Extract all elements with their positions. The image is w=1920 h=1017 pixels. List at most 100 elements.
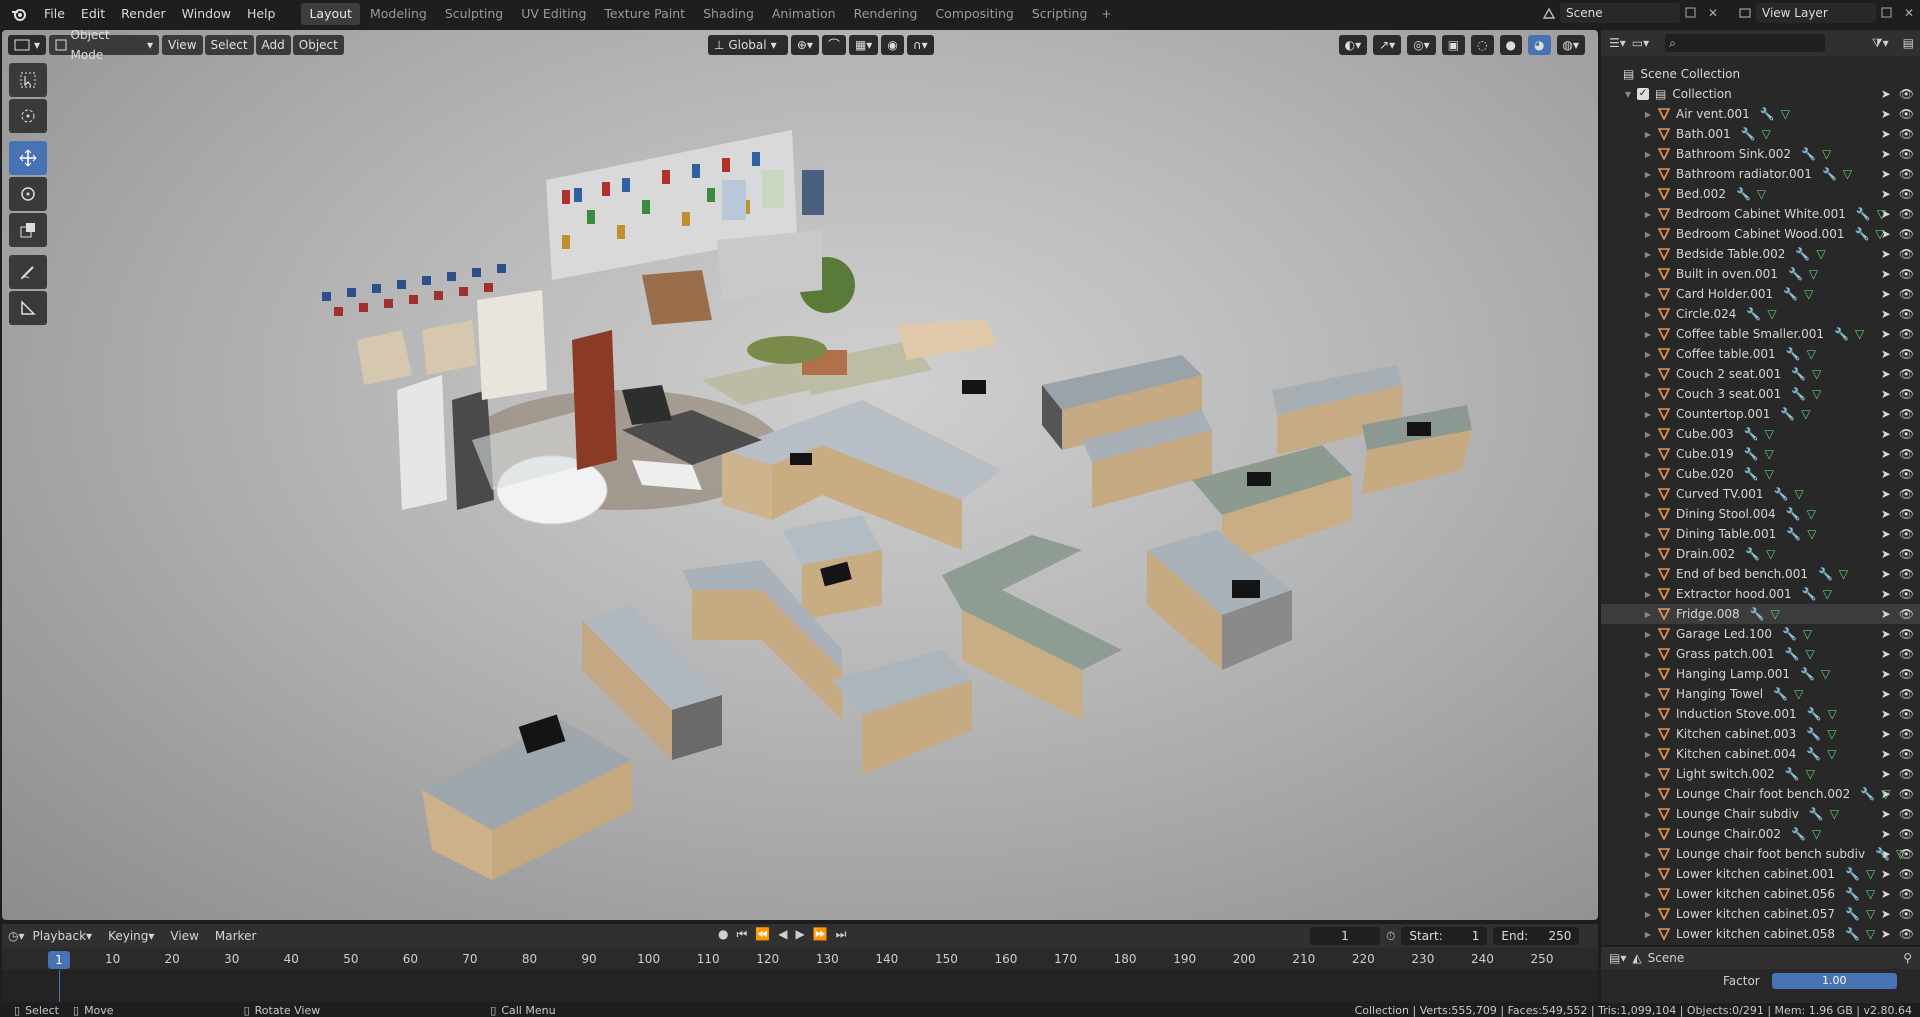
play-reverse-icon[interactable]: ◀ bbox=[778, 927, 787, 942]
eye-icon[interactable]: 👁 bbox=[1899, 667, 1914, 681]
expand-toggle-icon[interactable]: ▶ bbox=[1643, 710, 1653, 719]
current-frame-field[interactable]: 1 bbox=[1310, 927, 1380, 945]
expand-toggle-icon[interactable]: ▶ bbox=[1643, 230, 1653, 239]
expand-toggle-icon[interactable]: ▶ bbox=[1643, 690, 1653, 699]
factor-slider[interactable]: 1.00 bbox=[1771, 973, 1897, 989]
outliner-item[interactable]: ▶ Bedroom Cabinet White.001 🔧 ▽ ➤ 👁 bbox=[1601, 204, 1920, 224]
expand-toggle-icon[interactable]: ▶ bbox=[1643, 450, 1653, 459]
xray-icon[interactable]: ▣ bbox=[1441, 35, 1466, 55]
outliner-item[interactable]: ▶ Countertop.001 🔧 ▽ ➤ 👁 bbox=[1601, 404, 1920, 424]
eye-icon[interactable]: 👁 bbox=[1899, 207, 1914, 221]
eye-icon[interactable]: 👁 bbox=[1899, 787, 1914, 801]
select-arrow-icon[interactable]: ➤ bbox=[1881, 567, 1891, 581]
play-icon[interactable]: ▶ bbox=[795, 927, 804, 942]
select-arrow-icon[interactable]: ➤ bbox=[1881, 187, 1891, 201]
outliner-item[interactable]: ▶ Coffee table Smaller.001 🔧 ▽ ➤ 👁 bbox=[1601, 324, 1920, 344]
eye-icon[interactable]: 👁 bbox=[1899, 87, 1914, 101]
outliner-item[interactable]: ▶ Bedside Table.002 🔧 ▽ ➤ 👁 bbox=[1601, 244, 1920, 264]
new-collection-icon[interactable]: ▤ bbox=[1903, 36, 1914, 50]
end-frame-field[interactable]: End: 250 bbox=[1493, 927, 1580, 945]
editor-type-button[interactable]: ▾ bbox=[8, 35, 47, 55]
timeline-editor-icon[interactable]: ◷▾ bbox=[8, 929, 25, 943]
view-layer-field[interactable]: View Layer bbox=[1756, 3, 1876, 23]
expand-toggle-icon[interactable]: ▶ bbox=[1643, 410, 1653, 419]
eye-icon[interactable]: 👁 bbox=[1899, 647, 1914, 661]
rendered-shading-icon[interactable]: ◍▾ bbox=[1556, 35, 1585, 55]
select-box-icon[interactable] bbox=[9, 63, 47, 97]
eye-icon[interactable]: 👁 bbox=[1899, 907, 1914, 921]
expand-toggle-icon[interactable]: ▶ bbox=[1643, 570, 1653, 579]
timeline-menu-marker[interactable]: Marker bbox=[207, 929, 264, 943]
select-arrow-icon[interactable]: ➤ bbox=[1881, 487, 1891, 501]
outliner-item[interactable]: ▶ Lower kitchen cabinet.056 🔧 ▽ ➤ 👁 bbox=[1601, 884, 1920, 904]
expand-toggle-icon[interactable]: ▶ bbox=[1643, 490, 1653, 499]
menu-edit[interactable]: Edit bbox=[73, 3, 113, 25]
outliner-item[interactable]: ▶ Bed.002 🔧 ▽ ➤ 👁 bbox=[1601, 184, 1920, 204]
eye-icon[interactable]: 👁 bbox=[1899, 247, 1914, 261]
eye-icon[interactable]: 👁 bbox=[1899, 707, 1914, 721]
outliner-item[interactable]: ▶ Grass patch.001 🔧 ▽ ➤ 👁 bbox=[1601, 644, 1920, 664]
eye-icon[interactable]: 👁 bbox=[1899, 767, 1914, 781]
expand-toggle-icon[interactable]: ▶ bbox=[1643, 190, 1653, 199]
expand-toggle-icon[interactable]: ▶ bbox=[1643, 150, 1653, 159]
expand-toggle-icon[interactable]: ▶ bbox=[1643, 430, 1653, 439]
mode-dropdown[interactable]: Object Mode ▾ bbox=[49, 30, 160, 62]
outliner-item[interactable]: ▶ Lounge Chair foot bench.002 🔧 ▽ ➤ 👁 bbox=[1601, 784, 1920, 804]
move-icon[interactable] bbox=[9, 141, 47, 175]
tab-uv-editing[interactable]: UV Editing bbox=[513, 3, 594, 25]
tab-rendering[interactable]: Rendering bbox=[846, 3, 926, 25]
outliner-item[interactable]: ▶ Cube.019 🔧 ▽ ➤ 👁 bbox=[1601, 444, 1920, 464]
expand-toggle-icon[interactable]: ▶ bbox=[1643, 290, 1653, 299]
eye-icon[interactable]: 👁 bbox=[1899, 527, 1914, 541]
tab-texture-paint[interactable]: Texture Paint bbox=[596, 3, 693, 25]
outliner-item[interactable]: ▶ Dining Table.001 🔧 ▽ ➤ 👁 bbox=[1601, 524, 1920, 544]
jump-end-icon[interactable]: ⏭ bbox=[836, 927, 847, 942]
select-arrow-icon[interactable]: ➤ bbox=[1881, 867, 1891, 881]
eye-icon[interactable]: 👁 bbox=[1899, 807, 1914, 821]
eye-icon[interactable]: 👁 bbox=[1899, 547, 1914, 561]
timeline-menu-playback[interactable]: Playback▾ bbox=[25, 929, 101, 943]
scale-icon[interactable] bbox=[9, 213, 47, 247]
viewport-menu-object[interactable]: Object bbox=[292, 35, 344, 55]
expand-toggle-icon[interactable]: ▶ bbox=[1643, 110, 1653, 119]
outliner-item[interactable]: ▶ Air vent.001 🔧 ▽ ➤ 👁 bbox=[1601, 104, 1920, 124]
scene-name-field[interactable]: Scene bbox=[1560, 3, 1680, 23]
eye-icon[interactable]: 👁 bbox=[1899, 407, 1914, 421]
eye-icon[interactable]: 👁 bbox=[1899, 627, 1914, 641]
expand-toggle-icon[interactable]: ▶ bbox=[1643, 530, 1653, 539]
outliner-item[interactable]: ▶ Couch 3 seat.001 🔧 ▽ ➤ 👁 bbox=[1601, 384, 1920, 404]
new-view-layer-icon[interactable] bbox=[1876, 3, 1898, 23]
select-arrow-icon[interactable]: ➤ bbox=[1881, 347, 1891, 361]
select-arrow-icon[interactable]: ➤ bbox=[1881, 747, 1891, 761]
eye-icon[interactable]: 👁 bbox=[1899, 747, 1914, 761]
expand-toggle-icon[interactable]: ▶ bbox=[1643, 850, 1653, 859]
timeline-menu-view[interactable]: View bbox=[162, 929, 206, 943]
select-arrow-icon[interactable]: ➤ bbox=[1881, 367, 1891, 381]
expand-toggle-icon[interactable]: ▶ bbox=[1643, 370, 1653, 379]
eye-icon[interactable]: 👁 bbox=[1899, 887, 1914, 901]
menu-render[interactable]: Render bbox=[113, 3, 174, 25]
select-arrow-icon[interactable]: ➤ bbox=[1881, 827, 1891, 841]
outliner-item[interactable]: ▶ End of bed bench.001 🔧 ▽ ➤ 👁 bbox=[1601, 564, 1920, 584]
eye-icon[interactable]: 👁 bbox=[1899, 467, 1914, 481]
expand-toggle-icon[interactable]: ▶ bbox=[1643, 270, 1653, 279]
timeline-body[interactable] bbox=[2, 970, 1598, 1002]
transform-orientation-dropdown[interactable]: ⊥ Global ▾ bbox=[707, 35, 788, 55]
expand-toggle-icon[interactable]: ▶ bbox=[1643, 350, 1653, 359]
select-arrow-icon[interactable]: ➤ bbox=[1881, 527, 1891, 541]
display-mode-icon[interactable]: ▭▾ bbox=[1632, 36, 1649, 50]
expand-toggle-icon[interactable]: ▶ bbox=[1643, 750, 1653, 759]
eye-icon[interactable]: 👁 bbox=[1899, 367, 1914, 381]
outliner-item[interactable]: ▶ Drain.002 🔧 ▽ ➤ 👁 bbox=[1601, 544, 1920, 564]
select-arrow-icon[interactable]: ➤ bbox=[1881, 427, 1891, 441]
menu-window[interactable]: Window bbox=[174, 3, 239, 25]
start-frame-field[interactable]: Start: 1 bbox=[1401, 927, 1488, 945]
expand-toggle-icon[interactable]: ▶ bbox=[1643, 930, 1653, 939]
select-arrow-icon[interactable]: ➤ bbox=[1881, 687, 1891, 701]
outliner-item[interactable]: ▶ Couch 2 seat.001 🔧 ▽ ➤ 👁 bbox=[1601, 364, 1920, 384]
outliner-item[interactable]: ▶ Hanging Towel 🔧 ▽ ➤ 👁 bbox=[1601, 684, 1920, 704]
view-layer-icon[interactable] bbox=[1734, 3, 1756, 23]
pivot-point-icon[interactable]: ⊕▾ bbox=[790, 35, 819, 55]
expand-toggle-icon[interactable]: ▶ bbox=[1643, 330, 1653, 339]
outliner-item[interactable]: ▶ Lounge Chair.002 🔧 ▽ ➤ 👁 bbox=[1601, 824, 1920, 844]
